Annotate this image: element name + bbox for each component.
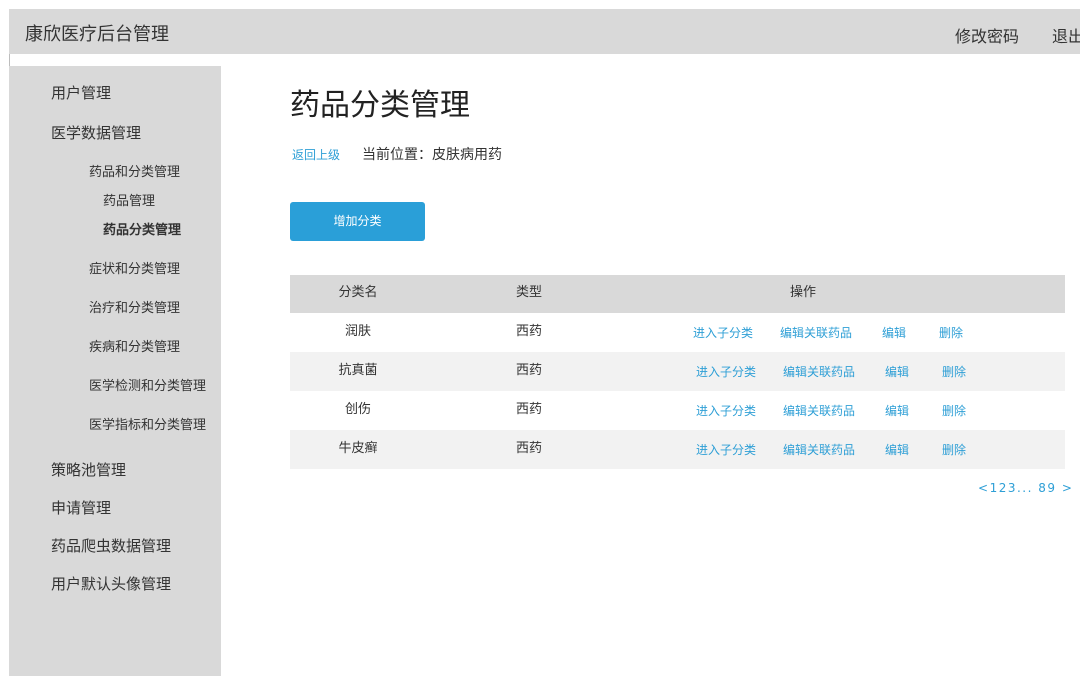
column-header-type: 类型 [516,285,543,300]
column-header-name: 分类名 [338,285,378,300]
sidebar-item-crawler-data[interactable]: 药品爬虫数据管理 [51,535,171,556]
sidebar-item-strategy-pool[interactable]: 策略池管理 [51,459,126,480]
sidebar-item-symptom[interactable]: 症状和分类管理 [89,258,180,277]
cell-type: 西药 [516,441,543,456]
table-row: 抗真菌 西药 进入子分类 编辑关联药品 编辑 删除 [290,352,1065,391]
table-row: 创伤 西药 进入子分类 编辑关联药品 编辑 删除 [290,391,1065,430]
sidebar-item-user-mgmt[interactable]: 用户管理 [51,82,111,103]
category-table: 分类名 类型 操作 润肤 西药 进入子分类 编辑关联药品 编辑 删除 抗真菌 西… [290,275,1065,469]
page-title: 药品分类管理 [290,88,470,123]
breadcrumb: 当前位置：皮肤病用药 [362,144,502,164]
pager-prev[interactable]: < [978,481,990,495]
sidebar-item-disease[interactable]: 疾病和分类管理 [89,336,180,355]
column-header-ops: 操作 [790,285,817,300]
pager-pages[interactable]: 123... [990,481,1033,495]
sidebar-item-medical-data[interactable]: 医学数据管理 [51,122,141,143]
enter-subcategory-link[interactable]: 进入子分类 [696,430,756,470]
add-category-button[interactable]: 增加分类 [290,202,425,241]
sidebar: 用户管理 医学数据管理 药品和分类管理 药品管理 药品分类管理 症状和分类管理 … [9,66,221,676]
edit-link[interactable]: 编辑 [882,313,906,353]
pager-next[interactable]: > [1062,481,1074,495]
pager-last-page[interactable]: 89 [1038,481,1056,495]
sidebar-item-drug-category-mgmt[interactable]: 药品分类管理 [103,219,181,238]
divider [9,54,10,66]
back-link[interactable]: 返回上级 [292,146,340,163]
enter-subcategory-link[interactable]: 进入子分类 [696,352,756,392]
delete-link[interactable]: 删除 [939,313,963,353]
sidebar-item-application[interactable]: 申请管理 [51,497,111,518]
sidebar-item-default-avatar[interactable]: 用户默认头像管理 [51,573,171,594]
location-value: 皮肤病用药 [432,147,502,163]
edit-related-drugs-link[interactable]: 编辑关联药品 [783,352,855,392]
location-label: 当前位置： [362,147,432,163]
table-row: 润肤 西药 进入子分类 编辑关联药品 编辑 删除 [290,313,1065,352]
cell-name: 创伤 [344,402,371,417]
edit-related-drugs-link[interactable]: 编辑关联药品 [780,313,852,353]
pagination: <123... 89 > [978,481,1073,495]
table-header: 分类名 类型 操作 [290,275,1065,313]
edit-link[interactable]: 编辑 [885,352,909,392]
change-password-link[interactable]: 修改密码 [955,23,1019,47]
cell-name: 牛皮癣 [338,441,378,456]
edit-link[interactable]: 编辑 [885,430,909,470]
cell-type: 西药 [516,402,543,417]
sidebar-item-indicator[interactable]: 医学指标和分类管理 [89,414,206,433]
edit-link[interactable]: 编辑 [885,391,909,431]
delete-link[interactable]: 删除 [942,430,966,470]
cell-type: 西药 [516,324,543,339]
sidebar-item-drug-and-category[interactable]: 药品和分类管理 [89,161,180,180]
top-header: 康欣医疗后台管理 修改密码 退出 [9,9,1080,54]
sidebar-item-drug-mgmt[interactable]: 药品管理 [103,190,155,209]
table-row: 牛皮癣 西药 进入子分类 编辑关联药品 编辑 删除 [290,430,1065,469]
enter-subcategory-link[interactable]: 进入子分类 [696,391,756,431]
edit-related-drugs-link[interactable]: 编辑关联药品 [783,391,855,431]
delete-link[interactable]: 删除 [942,352,966,392]
cell-name: 抗真菌 [338,363,378,378]
sidebar-item-exam[interactable]: 医学检测和分类管理 [89,375,206,394]
logout-link[interactable]: 退出 [1052,23,1080,47]
enter-subcategory-link[interactable]: 进入子分类 [693,313,753,353]
cell-name: 润肤 [344,324,371,339]
delete-link[interactable]: 删除 [942,391,966,431]
app-title: 康欣医疗后台管理 [25,24,169,45]
sidebar-item-treatment[interactable]: 治疗和分类管理 [89,297,180,316]
edit-related-drugs-link[interactable]: 编辑关联药品 [783,430,855,470]
cell-type: 西药 [516,363,543,378]
